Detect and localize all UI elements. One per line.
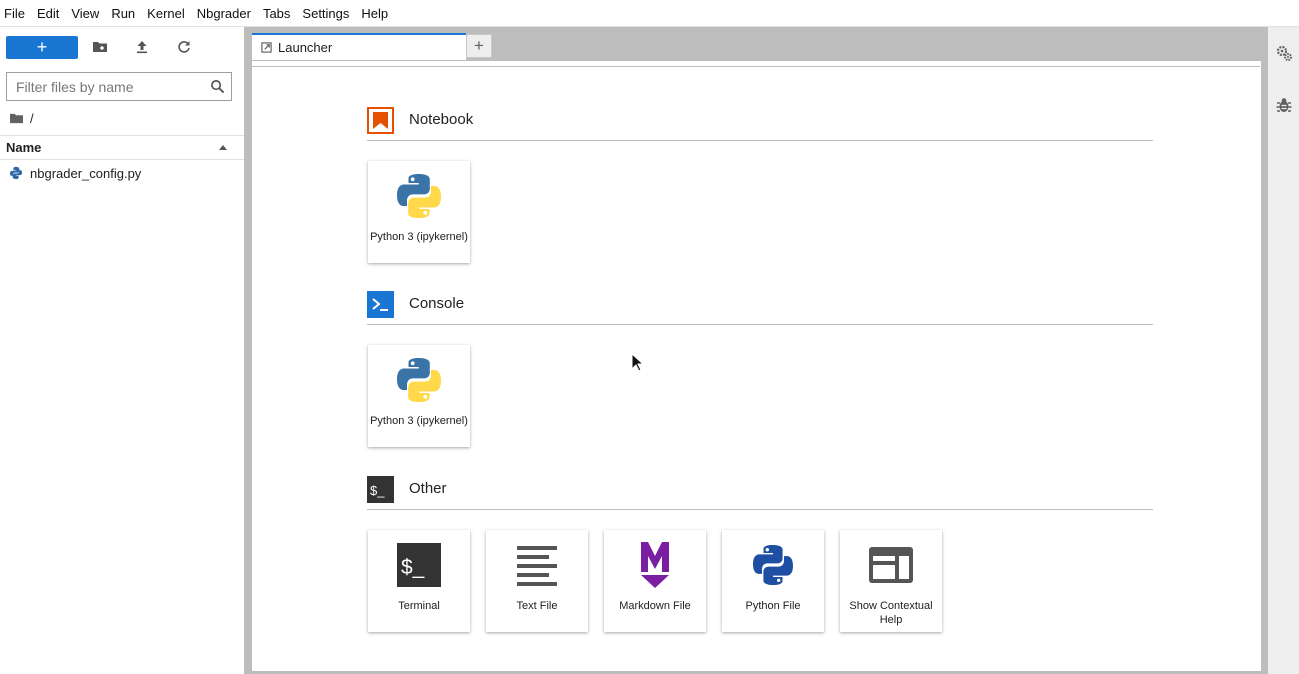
- contextual-help-card[interactable]: Show Contextual Help: [840, 530, 942, 632]
- add-tab-button[interactable]: +: [466, 34, 492, 58]
- python-logo-icon: [397, 174, 441, 218]
- debugger-bug-icon[interactable]: [1275, 96, 1293, 114]
- card-label: Markdown File: [619, 600, 691, 612]
- file-browser-toolbar: +: [0, 27, 244, 67]
- breadcrumb: /: [9, 110, 34, 126]
- card-label: Python 3 (ipykernel): [370, 415, 468, 427]
- menu-bar: File Edit View Run Kernel Nbgrader Tabs …: [0, 0, 1299, 27]
- divider: [252, 66, 1260, 67]
- launcher-panel: Notebook Python 3 (ipykernel) Console Py…: [252, 60, 1262, 674]
- text-file-card[interactable]: Text File: [486, 530, 588, 632]
- menu-tabs[interactable]: Tabs: [263, 0, 299, 27]
- markdown-icon: [641, 542, 669, 588]
- menu-edit[interactable]: Edit: [37, 0, 68, 27]
- terminal-icon: $_: [397, 543, 441, 587]
- card-label: Text File: [516, 600, 558, 612]
- launcher-icon: [261, 42, 272, 53]
- svg-text:$_: $_: [370, 483, 385, 498]
- folder-icon[interactable]: [9, 112, 24, 125]
- markdown-file-card[interactable]: Markdown File: [604, 530, 706, 632]
- menu-help[interactable]: Help: [361, 0, 397, 27]
- mouse-cursor-icon: [631, 353, 643, 372]
- section-title: Notebook: [409, 111, 474, 128]
- contextual-help-icon: [869, 547, 913, 583]
- card-label: Show Contextual Help: [849, 600, 933, 626]
- notebook-section-header: Notebook: [367, 101, 1153, 141]
- section-title: Other: [409, 480, 447, 497]
- console-section-header: Console: [367, 285, 1153, 325]
- tab-label: Launcher: [278, 40, 333, 55]
- filter-files-field: [6, 72, 232, 101]
- filter-files-input[interactable]: [7, 73, 197, 100]
- column-header-label: Name: [6, 140, 42, 155]
- file-list-item[interactable]: nbgrader_config.py: [0, 162, 244, 184]
- right-sidebar: [1268, 27, 1299, 674]
- menu-kernel[interactable]: Kernel: [147, 0, 194, 27]
- svg-text:$_: $_: [401, 556, 425, 579]
- menu-view[interactable]: View: [71, 0, 108, 27]
- search-icon: [211, 80, 225, 94]
- menu-nbgrader[interactable]: Nbgrader: [197, 0, 260, 27]
- refresh-icon[interactable]: [176, 39, 192, 55]
- other-section-header: $_ Other: [367, 470, 1153, 510]
- python-file-card[interactable]: Python File: [722, 530, 824, 632]
- tab-launcher[interactable]: Launcher: [252, 33, 466, 60]
- menu-settings[interactable]: Settings: [302, 0, 358, 27]
- notebook-icon: [367, 107, 394, 134]
- python-file-icon: [753, 545, 793, 585]
- notebook-python3-card[interactable]: Python 3 (ipykernel): [368, 161, 470, 263]
- text-file-icon: [517, 546, 557, 586]
- console-python3-card[interactable]: Python 3 (ipykernel): [368, 345, 470, 447]
- terminal-card[interactable]: $_ Terminal: [368, 530, 470, 632]
- menu-run[interactable]: Run: [111, 0, 144, 27]
- card-label: Terminal: [398, 600, 440, 612]
- new-launcher-button[interactable]: +: [6, 36, 78, 59]
- upload-icon[interactable]: [134, 39, 150, 55]
- left-splitter[interactable]: [244, 27, 252, 674]
- python-logo-icon: [397, 358, 441, 402]
- column-header-name[interactable]: Name: [0, 135, 244, 160]
- main-tab-bar: Launcher +: [252, 27, 1267, 60]
- card-label: Python 3 (ipykernel): [370, 231, 468, 243]
- property-inspector-gears-icon[interactable]: [1275, 44, 1293, 62]
- terminal-section-icon: $_: [367, 476, 394, 503]
- file-name: nbgrader_config.py: [30, 165, 142, 181]
- file-browser-panel: + / Name nbgrader_config: [0, 27, 244, 674]
- section-title: Console: [409, 295, 465, 312]
- breadcrumb-root[interactable]: /: [30, 111, 34, 126]
- sort-caret-icon: [219, 145, 227, 150]
- python-file-icon: [9, 166, 23, 180]
- console-icon: [367, 291, 394, 318]
- menu-file[interactable]: File: [4, 0, 34, 27]
- new-folder-icon[interactable]: [92, 39, 108, 55]
- card-label: Python File: [745, 600, 801, 612]
